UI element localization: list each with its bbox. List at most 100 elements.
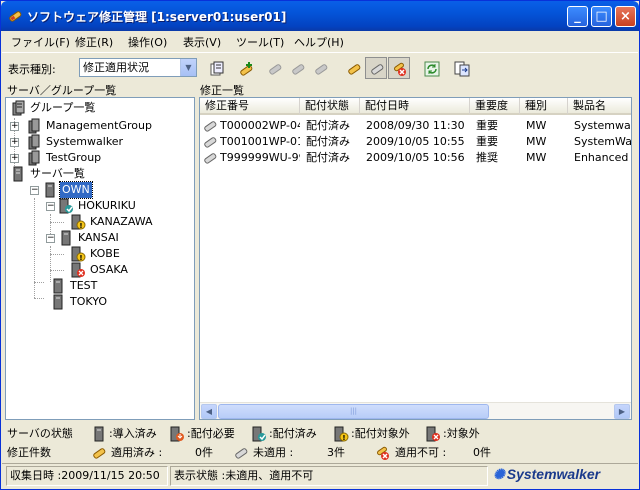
not-applicable-patch-icon [394, 62, 406, 76]
menu-help[interactable]: ヘルプ(H) [294, 34, 344, 50]
legend-excluded: :対象外 [425, 425, 505, 443]
expand-toggle[interactable]: + [10, 138, 19, 147]
tree-connector [50, 254, 64, 255]
tree-node-hokuriku[interactable]: HOKURIKU [58, 198, 188, 214]
tree-node-kobe[interactable]: ! KOBE [70, 246, 190, 262]
tree-connector [34, 198, 35, 298]
count-unapplied: 未適用 : 3件 [233, 444, 373, 462]
tree-node-testgroup[interactable]: TestGroup [26, 150, 191, 166]
tree-node-systemwalker[interactable]: Systemwalker [26, 134, 191, 150]
tree-node-kanazawa[interactable]: ! KANAZAWA [70, 214, 190, 230]
filter-applied-button[interactable] [342, 57, 364, 79]
column-header-type[interactable]: 種別 [520, 98, 568, 115]
server-group-header: サーバ／グループ一覧 [7, 84, 117, 97]
menu-view[interactable]: 表示(V) [183, 34, 221, 50]
export-button[interactable] [450, 57, 472, 79]
display-type-select[interactable]: 修正適用状況 ▼ [79, 58, 197, 77]
title-bar[interactable]: ソフトウェア修正管理 [1:server01:user01] _ □ × [1, 1, 639, 31]
main-window: ソフトウェア修正管理 [1:server01:user01] _ □ × ファイ… [0, 0, 640, 490]
legend-distributed: :配付済み [251, 425, 331, 443]
unapplied-patch-icon [204, 153, 217, 164]
apply-button[interactable] [263, 57, 285, 79]
close-button[interactable]: × [615, 6, 636, 27]
column-header-distribution-state[interactable]: 配付状態 [300, 98, 360, 115]
server-excluded-icon [71, 262, 85, 278]
distribution-date-cell: 2009/10/05 10:56 [366, 151, 465, 164]
filter-unapplied-button[interactable] [365, 57, 387, 79]
server-state-label: サーバの状態 [7, 427, 73, 440]
unapplied-patch-icon [371, 64, 384, 75]
tree-node-osaka[interactable]: OSAKA [70, 262, 190, 278]
refresh-button[interactable] [420, 57, 442, 79]
tree-connector [50, 270, 64, 271]
tree-node-server-list[interactable]: サーバ一覧 [10, 166, 190, 182]
patch-list[interactable]: 修正番号 配付状態 配付日時 重要度 種別 製品名 T000002WP-04 配… [199, 97, 632, 420]
add-patch-icon [240, 62, 253, 76]
tree-node-group-list[interactable]: グループ一覧 [10, 100, 190, 116]
menu-bar: ファイル(F) 修正(R) 操作(O) 表示(V) ツール(T) ヘルプ(H) [2, 31, 638, 51]
menu-tools[interactable]: ツール(T) [236, 34, 284, 50]
importance-cell: 重要 [476, 135, 498, 148]
filter-not-applicable-button[interactable] [388, 57, 410, 79]
scroll-right-button[interactable]: ▶ [614, 404, 630, 419]
expand-toggle[interactable]: + [10, 154, 19, 163]
importance-cell: 推奨 [476, 151, 498, 164]
chevron-down-icon[interactable]: ▼ [180, 59, 196, 76]
collapse-toggle[interactable]: − [46, 202, 55, 211]
toolbar: 表示種別: 修正適用状況 ▼ [2, 52, 638, 80]
patch-count-legend: 修正件数 適用済み : 0件 未適用 : 3件 適用不可 : 0件 [5, 444, 635, 462]
legend-needs-distribution: :配付必要 [169, 425, 249, 443]
unapplied-patch-icon [204, 121, 217, 132]
table-row[interactable]: T999999WU-99 配付済み 2009/10/05 10:56 推奨 MW… [200, 150, 631, 166]
distribution-state-cell: 配付済み [306, 119, 350, 132]
properties-button[interactable] [205, 57, 227, 79]
maximize-button[interactable]: □ [591, 6, 612, 27]
add-patch-button[interactable] [234, 57, 256, 79]
export-icon [454, 61, 470, 77]
horizontal-scrollbar[interactable]: ◀ ||| ▶ [200, 402, 631, 419]
window-title: ソフトウェア修正管理 [1:server01:user01] [27, 10, 287, 24]
tree-connector [34, 298, 44, 299]
server-excluded-icon [426, 426, 440, 442]
tree-connector [34, 282, 44, 283]
minimize-button[interactable]: _ [567, 6, 588, 27]
tree-node-kansai[interactable]: KANSAI [58, 230, 188, 246]
product-name-cell: SystemWall [574, 135, 631, 148]
server-group-tree[interactable]: グループ一覧 + ManagementGroup + Systemwalker … [5, 97, 195, 420]
scroll-left-button[interactable]: ◀ [201, 404, 217, 419]
table-row[interactable]: T001001WP-01 配付済み 2009/10/05 10:55 重要 MW… [200, 134, 631, 150]
patch-count-label: 修正件数 [7, 446, 51, 459]
column-header-importance[interactable]: 重要度 [470, 98, 520, 115]
server-icon [61, 230, 71, 246]
svg-text:!: ! [79, 222, 82, 230]
not-applicable-patch-icon [377, 446, 389, 460]
table-row[interactable]: T000002WP-04 配付済み 2008/09/30 11:30 重要 MW… [200, 118, 631, 134]
scroll-thumb[interactable]: ||| [218, 404, 489, 419]
apply-all-button[interactable] [286, 57, 308, 79]
cancel-apply-button[interactable] [309, 57, 331, 79]
tree-node-managementgroup[interactable]: ManagementGroup [26, 118, 191, 134]
apply-all-icon [292, 64, 305, 75]
server-icon [53, 278, 63, 294]
menu-operation[interactable]: 操作(O) [128, 34, 167, 50]
collapse-toggle[interactable]: − [46, 234, 55, 243]
menu-file[interactable]: ファイル(F) [11, 34, 70, 50]
tree-node-own[interactable]: OWN [30, 181, 190, 199]
server-state-legend: サーバの状態 :導入済み :配付必要 :配付済み ! :配付対象外 :対象外 [5, 425, 635, 443]
menu-patch[interactable]: 修正(R) [75, 34, 113, 50]
group-icon [28, 150, 40, 166]
column-header-patch-number[interactable]: 修正番号 [200, 98, 300, 115]
server-not-target-icon: ! [71, 246, 86, 262]
column-header-distribution-date[interactable]: 配付日時 [360, 98, 470, 115]
server-not-target-icon: ! [71, 214, 86, 230]
apply-icon [269, 64, 282, 75]
server-icon [45, 182, 55, 198]
patch-list-header: 修正一覧 [200, 84, 244, 97]
column-header-product-name[interactable]: 製品名 [568, 98, 631, 115]
tree-node-tokyo[interactable]: TOKYO [50, 294, 190, 310]
expand-toggle[interactable]: + [10, 122, 19, 131]
tree-node-test[interactable]: TEST [50, 278, 190, 294]
tree-connector [50, 222, 64, 223]
tree-connector [50, 246, 51, 282]
patch-number-cell: T999999WU-99 [220, 151, 300, 164]
